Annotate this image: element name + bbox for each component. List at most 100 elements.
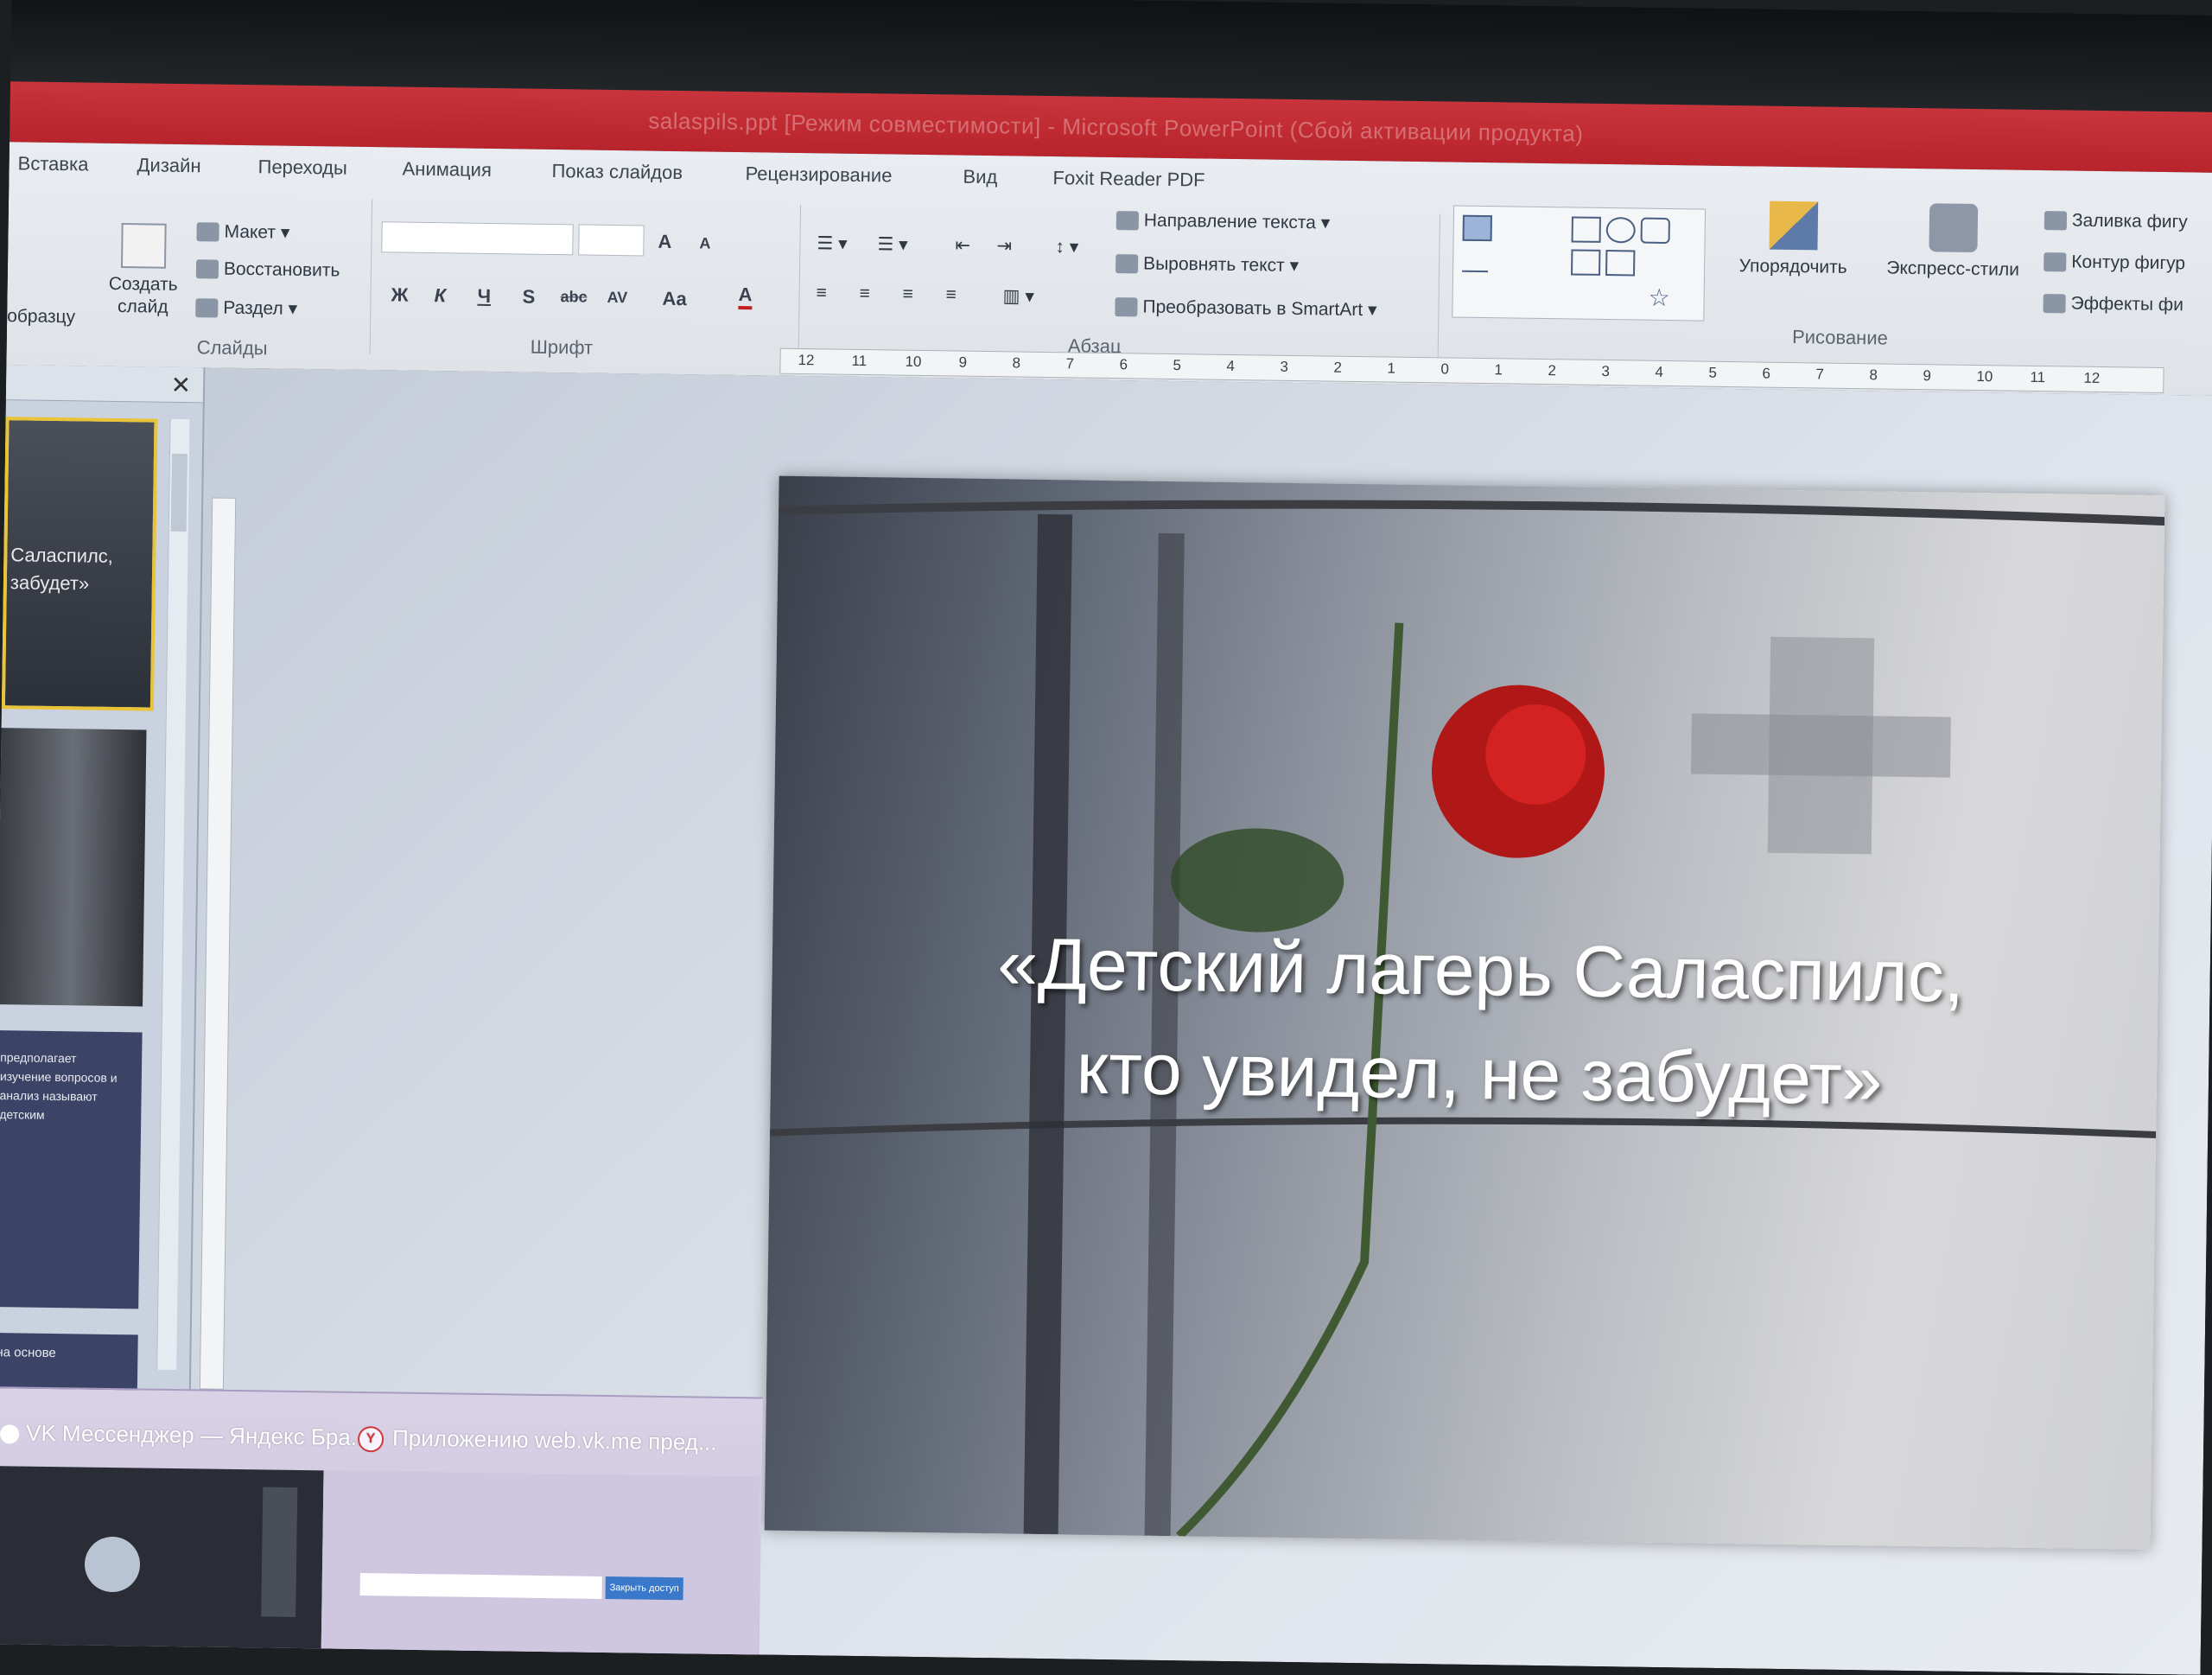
tab-animation[interactable]: Анимация	[402, 158, 492, 182]
reset-label: Восстановить	[223, 258, 340, 281]
shapes-gallery[interactable]: ☆	[1452, 205, 1707, 322]
align-center-button[interactable]: ≡	[859, 283, 870, 304]
arrange-button[interactable]: Упорядочить	[1724, 201, 1863, 278]
close-access-button[interactable]: Закрыть доступ	[605, 1576, 683, 1601]
shape-fill-button[interactable]: Заливка фигу	[2044, 210, 2188, 232]
tab-slideshow[interactable]: Показ слайдов	[551, 160, 683, 184]
ruler-tick-label: 12	[2083, 369, 2101, 387]
panel-header: ✕	[5, 365, 204, 404]
text-direction-button[interactable]: Направление текста ▾	[1116, 209, 1331, 233]
ruler-tick-label: 8	[1869, 366, 1878, 384]
smartart-label: Преобразовать в SmartArt	[1142, 296, 1363, 321]
watchtower-roof	[1690, 713, 1951, 778]
justify-button[interactable]: ≡	[945, 284, 957, 305]
rounded-rect-shape-icon[interactable]	[1640, 217, 1670, 245]
ruler-tick-label: 1	[1387, 360, 1396, 377]
oval-shape-icon[interactable]	[1605, 217, 1636, 244]
divider	[369, 199, 373, 355]
preview-title-2-text: Приложению web.vk.me пред...	[391, 1424, 717, 1455]
scrollbar-thumb[interactable]	[170, 453, 188, 532]
rectangle-shape-icon[interactable]	[1571, 216, 1601, 243]
tab-review[interactable]: Рецензирование	[745, 162, 892, 187]
numbering-button[interactable]: ☰ ▾	[877, 233, 908, 255]
thumbnail-text: предполагает изучение вопросов и анализ …	[0, 1050, 118, 1122]
shape-fill-label: Заливка фигу	[2071, 210, 2188, 232]
slide-thumbnail-2[interactable]	[0, 728, 147, 1007]
ruler-tick-label: 0	[1440, 360, 1450, 378]
change-case-button[interactable]: Aa	[662, 288, 686, 310]
bold-button[interactable]: Ж	[391, 283, 408, 306]
textbox-shape-icon[interactable]	[1462, 214, 1492, 242]
thumbnail-text: на основе	[0, 1345, 56, 1361]
ruler-tick-label: 4	[1226, 357, 1236, 375]
align-left-button[interactable]: ≡	[816, 283, 827, 303]
format-painter-button[interactable]: образцу	[7, 306, 75, 328]
photographed-monitor: salaspils.ppt [Режим совместимости] - Mi…	[0, 0, 2212, 1675]
align-text-button[interactable]: Выровнять текст ▾	[1115, 252, 1299, 277]
font-size-combo[interactable]	[578, 224, 645, 257]
columns-button[interactable]: ▥ ▾	[1002, 285, 1034, 308]
tab-transitions[interactable]: Переходы	[257, 156, 347, 179]
smartart-button[interactable]: Преобразовать в SmartArt ▾	[1115, 296, 1377, 321]
smartart-icon	[1115, 297, 1138, 317]
ruler-tick-label: 8	[1012, 354, 1021, 372]
ruler-tick-label: 11	[2030, 368, 2046, 386]
layout-button[interactable]: Макет ▾	[196, 220, 290, 244]
grow-font-button[interactable]: A	[658, 231, 671, 253]
arrange-icon	[1769, 201, 1819, 251]
section-button[interactable]: Раздел ▾	[195, 296, 297, 320]
preview-title-1[interactable]: VK Мессенджер — Яндекс Бра...	[0, 1419, 370, 1451]
italic-button[interactable]: К	[434, 284, 446, 307]
slide-title-line-2: кто увидел, не забудет»	[1076, 1027, 1884, 1120]
tab-design[interactable]: Дизайн	[137, 154, 200, 177]
slide-title[interactable]: «Детский лагерь Саласпилс, кто увидел, н…	[891, 910, 2069, 1134]
slide-thumbnail-3[interactable]: предполагает изучение вопросов и анализ …	[0, 1030, 143, 1309]
ruler-tick-label: 5	[1708, 364, 1718, 381]
preview-window-permission[interactable]: Закрыть доступ	[321, 1470, 760, 1657]
tab-view[interactable]: Вид	[963, 166, 997, 189]
layout-label: Макет	[224, 221, 276, 243]
panel-scrollbar[interactable]	[156, 418, 190, 1371]
avatar	[84, 1536, 141, 1593]
preview-window-vk[interactable]	[0, 1466, 324, 1651]
star-shape-icon[interactable]: ☆	[1648, 283, 1675, 311]
current-slide[interactable]: «Детский лагерь Саласпилс, кто увидел, н…	[764, 475, 2165, 1550]
line-spacing-button[interactable]: ↕ ▾	[1055, 236, 1078, 258]
char-spacing-button[interactable]: AV	[607, 289, 627, 307]
ruler-tick-label: 9	[958, 353, 968, 371]
align-text-label: Выровнять текст	[1142, 253, 1285, 276]
increase-indent-button[interactable]: ⇥	[996, 235, 1012, 257]
bullets-button[interactable]: ☰ ▾	[817, 232, 848, 254]
strikethrough-button[interactable]: abc	[560, 288, 587, 306]
ruler-tick-label: 6	[1762, 365, 1771, 382]
divider	[1437, 213, 1440, 370]
shape-outline-button[interactable]: Контур фигур	[2044, 252, 2185, 274]
quick-styles-button[interactable]: Экспресс-стили	[1871, 202, 2036, 281]
align-right-button[interactable]: ≡	[902, 284, 913, 305]
section-label: Раздел	[223, 297, 283, 319]
reset-icon	[195, 259, 219, 280]
preview-title-2[interactable]: Y Приложению web.vk.me пред...	[357, 1424, 717, 1457]
font-color-button[interactable]: A	[738, 283, 753, 310]
window-title: salaspils.ppt [Режим совместимости] - Mi…	[648, 107, 1584, 147]
tab-foxit[interactable]: Foxit Reader PDF	[1052, 167, 1205, 191]
thumbnail-text: Саласпилс, забудет»	[10, 544, 114, 595]
underline-button[interactable]: Ч	[477, 285, 491, 308]
tab-insert[interactable]: Вставка	[17, 152, 88, 175]
new-slide-button[interactable]: Создать слайд	[104, 223, 183, 319]
shape-effects-button[interactable]: Эффекты фи	[2043, 293, 2183, 315]
shadow-button[interactable]: S	[522, 286, 535, 309]
reset-button[interactable]: Восстановить	[195, 258, 340, 281]
ruler-tick-label: 7	[1815, 366, 1825, 383]
shrink-font-button[interactable]: A	[699, 234, 710, 252]
triangle-shape-icon[interactable]	[1462, 247, 1489, 273]
arrow-right-shape-icon[interactable]	[1571, 249, 1601, 276]
decrease-indent-button[interactable]: ⇤	[955, 234, 970, 256]
arrow-down-shape-icon[interactable]	[1605, 250, 1636, 277]
ruler-tick-label: 3	[1280, 358, 1289, 375]
slide-thumbnail-1[interactable]: Саласпилс, забудет»	[1, 417, 158, 711]
paint-bucket-icon	[2044, 211, 2068, 231]
font-name-combo[interactable]	[381, 221, 574, 256]
slide-title-line-1: «Детский лагерь Саласпилс,	[996, 922, 1965, 1017]
close-icon[interactable]: ✕	[170, 371, 191, 399]
